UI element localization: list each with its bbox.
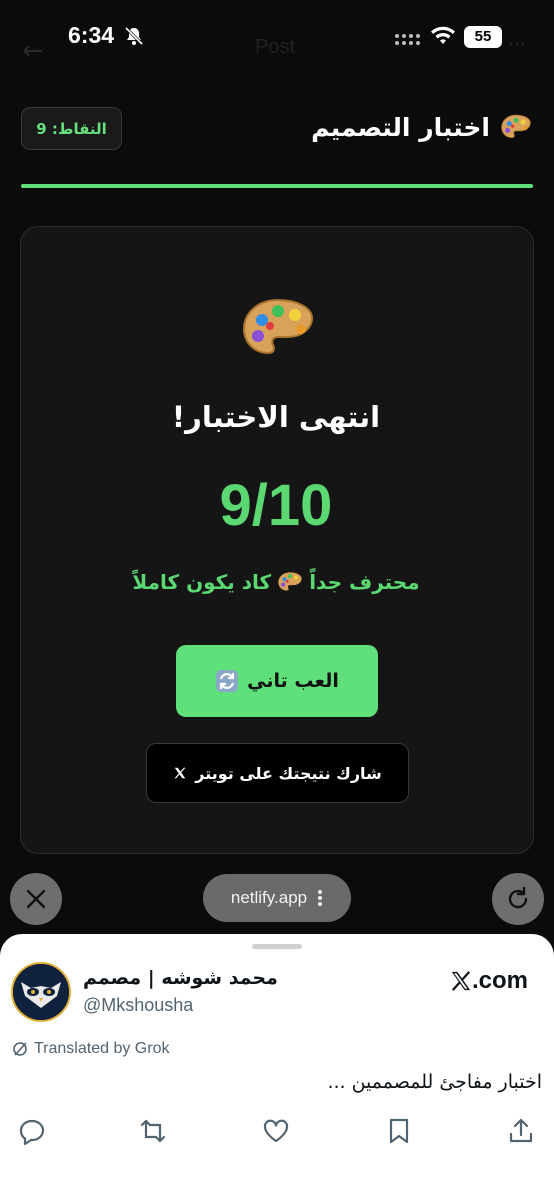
url-bar[interactable]: netlify.app [203, 874, 351, 922]
more-icon[interactable]: ⋯ [508, 34, 526, 55]
play-again-button[interactable]: العب تاني [176, 645, 378, 717]
palette-icon [278, 572, 302, 591]
status-time: 6:34 [68, 22, 115, 48]
result-title: انتهى الاختبار! [171, 400, 381, 434]
signal-icon [395, 34, 420, 45]
verdict-part-1: محترف جداً [309, 570, 420, 594]
like-icon[interactable] [261, 1116, 291, 1146]
progress-bar [21, 184, 533, 188]
x-logo-icon [451, 971, 471, 991]
repost-icon[interactable] [138, 1116, 168, 1146]
share-twitter-button[interactable]: شارك نتيجتك على تويتر [146, 743, 409, 803]
palette-icon [242, 298, 314, 355]
status-bar: ← 6:34 Post 55 ⋯ [0, 0, 554, 80]
site-label[interactable]: .com [450, 967, 528, 995]
owl-avatar-icon [13, 964, 69, 1020]
translation-note[interactable]: Translated by Grok [12, 1040, 169, 1058]
author-name[interactable]: محمد شوشه | مصمم [83, 967, 278, 989]
bell-off-icon [124, 26, 144, 46]
palette-icon [501, 114, 531, 138]
grok-icon [13, 1042, 27, 1056]
tweet-text: اختبار مفاجئ للمصممين ... [327, 1071, 542, 1093]
battery-icon: 55 [464, 26, 502, 48]
back-icon[interactable]: ← [22, 36, 44, 66]
wifi-icon [431, 26, 455, 44]
final-score: 9/10 [219, 473, 333, 538]
site-domain: .com [472, 967, 529, 994]
share-icon[interactable] [506, 1116, 536, 1146]
reload-icon [508, 886, 528, 909]
tweet-sheet: محمد شوشه | مصمم @Mkshousha .com Transla… [0, 934, 554, 1200]
sheet-grabber[interactable] [252, 944, 302, 949]
verdict-text: محترف جداً كاد يكون كاملاً [20, 570, 532, 594]
score-badge: النقاط: 9 [21, 107, 122, 150]
translated-label: Translated by Grok [34, 1040, 170, 1057]
bookmark-icon[interactable] [384, 1116, 414, 1146]
share-label: شارك نتيجتك على تويتر [195, 763, 382, 783]
more-vertical-icon[interactable] [317, 889, 323, 907]
quiz-header-title: اختبار التصميم [311, 112, 532, 142]
author-handle[interactable]: @Mkshousha [83, 995, 193, 1016]
reply-icon[interactable] [17, 1116, 47, 1146]
progress-fill [21, 184, 533, 188]
x-logo-icon [174, 767, 186, 779]
avatar[interactable] [11, 962, 71, 1022]
refresh-icon [216, 670, 239, 692]
play-again-label: العب تاني [247, 670, 339, 692]
close-icon [26, 889, 46, 909]
verdict-part-2: كاد يكون كاملاً [132, 570, 272, 594]
close-button[interactable] [10, 873, 62, 925]
tweet-actions [0, 1116, 554, 1156]
quiz-title-text: اختبار التصميم [311, 112, 490, 142]
ghost-page-title: Post [255, 36, 296, 58]
reload-button[interactable] [492, 873, 544, 925]
url-text: netlify.app [230, 888, 308, 907]
